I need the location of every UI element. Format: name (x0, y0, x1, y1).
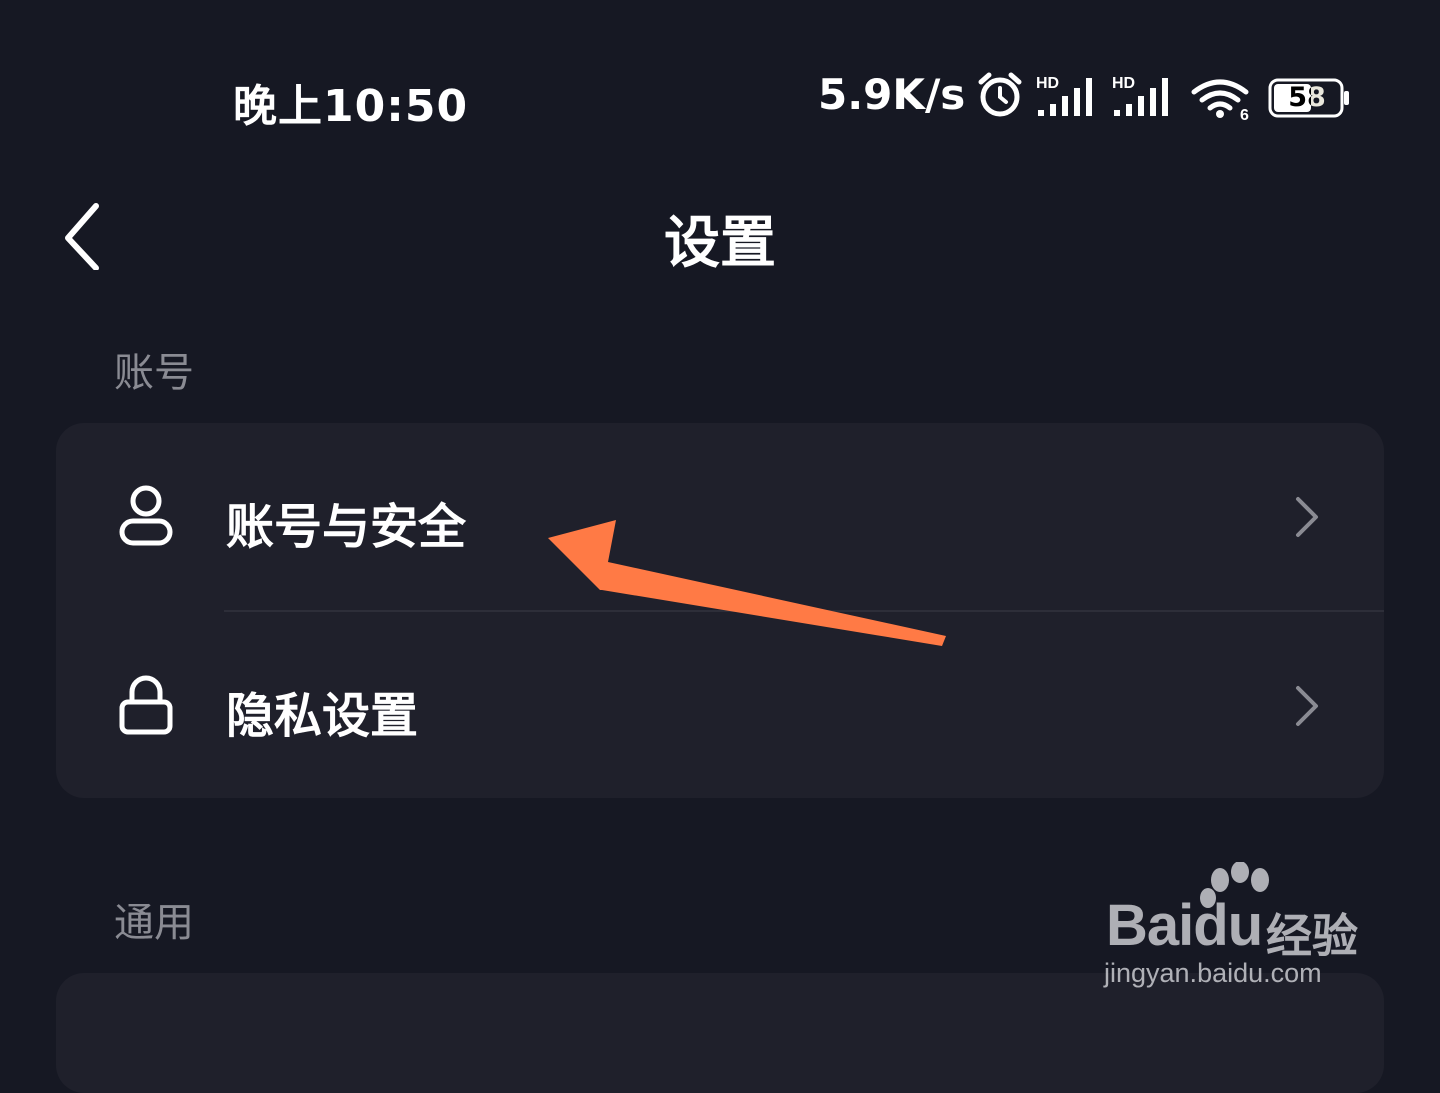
chevron-right-icon (1296, 497, 1318, 537)
alarm-icon (978, 72, 1022, 117)
settings-card-account: 账号与安全 隐私设置 (56, 423, 1384, 798)
signal-icon: HD (1036, 75, 1092, 116)
user-icon (119, 485, 173, 546)
watermark-logo: Baidu (1106, 893, 1263, 958)
privacy-settings-label: 隐私设置 (226, 688, 419, 744)
svg-text:6: 6 (1240, 107, 1249, 122)
section-label-account: 账号 (114, 350, 194, 396)
settings-card-general (56, 973, 1384, 1093)
lock-icon (119, 675, 173, 735)
wifi-icon: 6 (1191, 79, 1249, 122)
account-security-item[interactable]: 账号与安全 (56, 423, 1384, 610)
signal-icon: HD (1112, 75, 1168, 116)
chevron-right-icon (1296, 686, 1318, 726)
page-title: 设置 (664, 211, 776, 276)
watermark-brand: 经验 (1266, 909, 1358, 963)
account-security-label: 账号与安全 (226, 499, 467, 555)
network-speed: 5.9K/s (818, 70, 966, 119)
paw-icon (1200, 862, 1269, 908)
status-bar: 晚上10:50 5.9K/s HD HD 6 58 (0, 60, 1440, 140)
svg-text:HD: HD (1036, 75, 1059, 92)
svg-text:HD: HD (1112, 75, 1135, 92)
status-time: 晚上10:50 (233, 81, 469, 132)
nav-bar: 设置 (0, 180, 1440, 280)
privacy-settings-item[interactable]: 隐私设置 (56, 612, 1384, 799)
battery-icon: 58 (1268, 78, 1350, 118)
battery-level: 58 (1288, 82, 1326, 113)
section-label-general: 通用 (114, 900, 194, 946)
